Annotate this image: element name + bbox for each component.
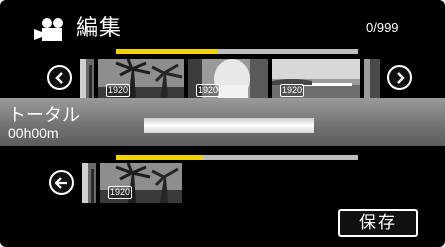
thumbnail-partial-right[interactable] <box>364 59 380 101</box>
resolution-badge: 1920 <box>196 84 221 97</box>
total-gauge <box>144 118 314 133</box>
next-button[interactable] <box>387 65 412 90</box>
total-time: 00h00m <box>8 125 59 141</box>
resolution-badge: 1920 <box>106 84 131 97</box>
chevron-left-icon <box>54 71 63 84</box>
page-title: 編集 <box>76 16 123 41</box>
source-scroll-fill <box>116 49 218 54</box>
prev-button[interactable] <box>47 65 72 90</box>
thumbnail-current[interactable]: 1920 <box>188 59 268 101</box>
selected-scroll-fill <box>116 155 204 160</box>
back-button[interactable] <box>49 170 74 195</box>
thumbnail-partial-left[interactable] <box>82 163 96 203</box>
thumbnail[interactable]: 1920 <box>100 163 182 203</box>
video-camera-icon <box>34 18 63 41</box>
resolution-badge: 1920 <box>280 84 305 97</box>
resolution-badge: 1920 <box>108 186 133 199</box>
selected-scroll-bar <box>116 155 358 160</box>
save-button[interactable]: 保存 <box>338 209 418 237</box>
thumbnail[interactable]: 1920 <box>98 59 184 101</box>
edit-screen: 編集 0/999 1920 1920 1920 トータル 00h00m 1920… <box>0 0 445 247</box>
arrow-left-icon <box>55 176 67 189</box>
clip-counter: 0/999 <box>366 20 399 35</box>
source-scroll-bar <box>116 49 358 54</box>
thumbnail-partial-left[interactable] <box>80 59 94 101</box>
chevron-right-icon <box>396 71 405 84</box>
thumbnail[interactable]: 1920 <box>272 59 360 101</box>
total-label: トータル <box>8 105 80 125</box>
